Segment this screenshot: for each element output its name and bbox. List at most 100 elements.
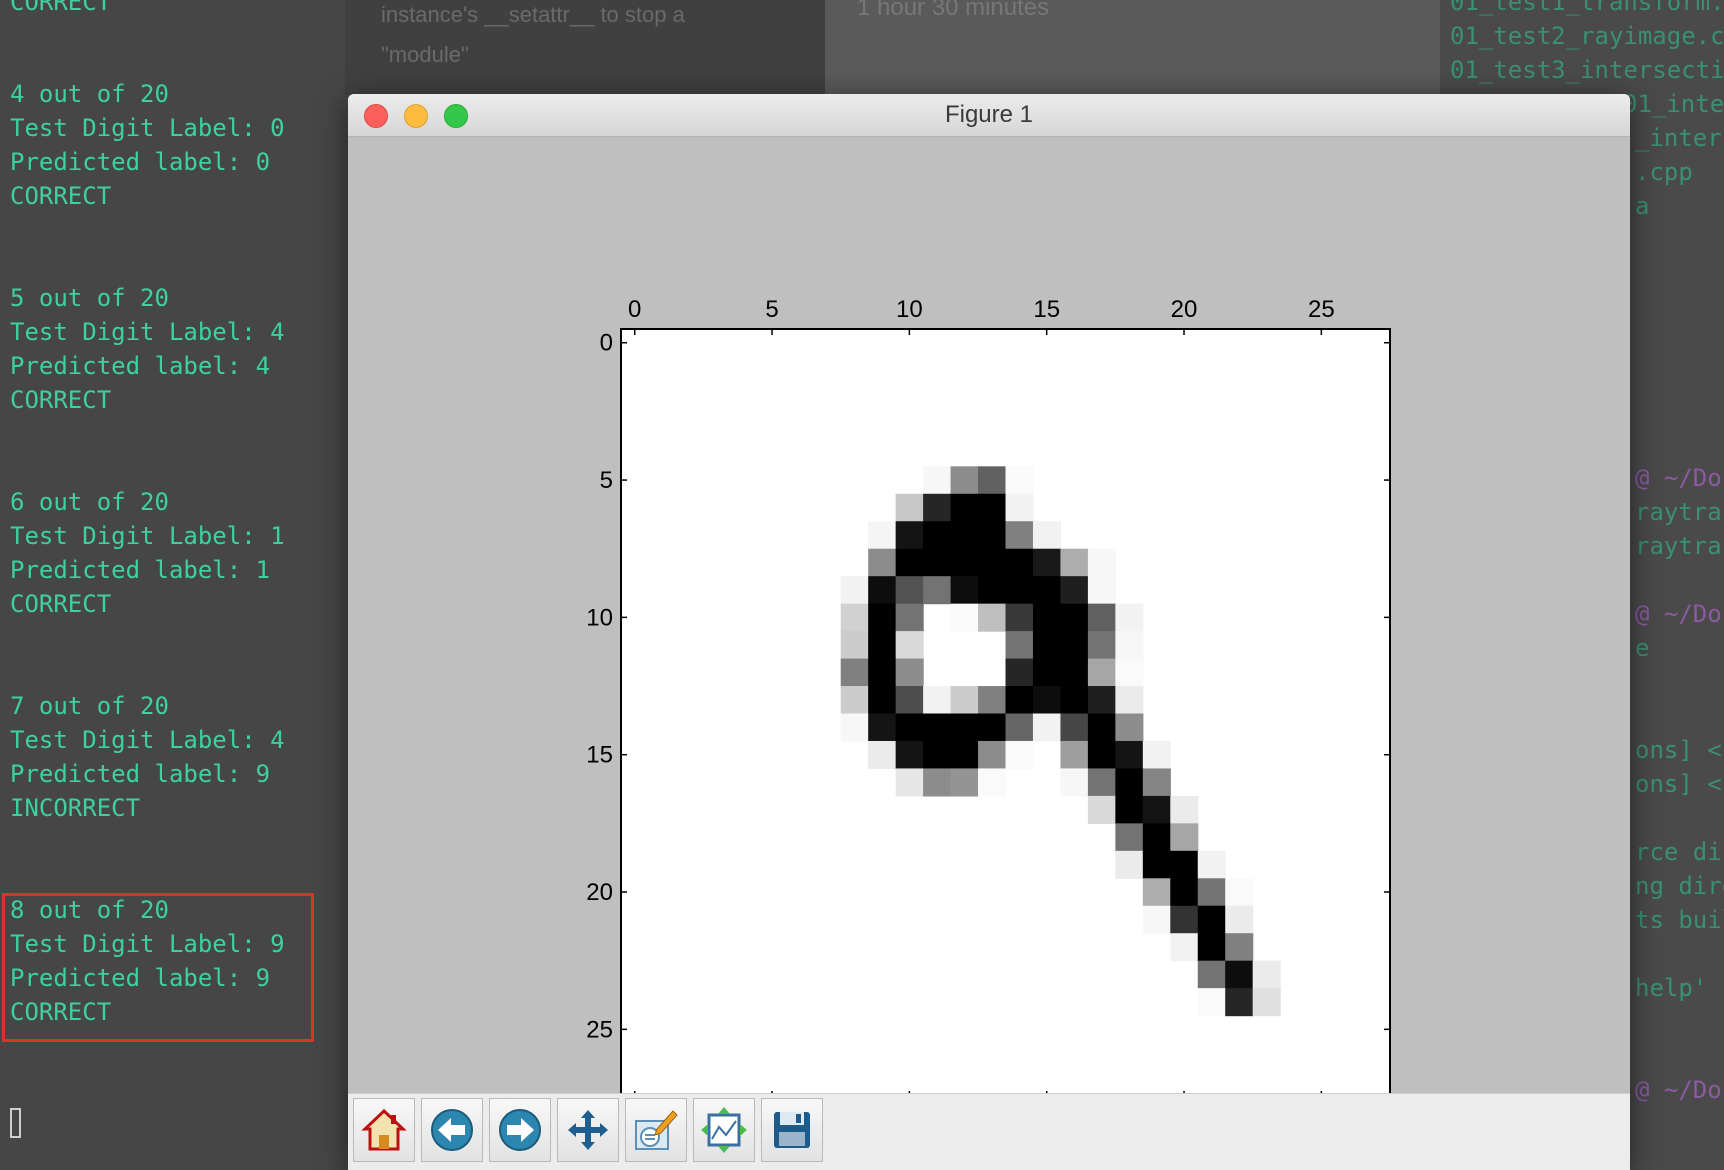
image-pixel [1060, 768, 1089, 797]
image-pixel [978, 740, 1007, 770]
edit-axis-button[interactable] [625, 1098, 687, 1162]
image-pixel [1115, 658, 1144, 687]
image-pixel [923, 740, 952, 770]
image-pixel [868, 740, 897, 770]
image-pixel [840, 713, 869, 742]
image-pixel [1032, 658, 1062, 687]
image-pixel [868, 713, 897, 742]
image-pixel [923, 713, 952, 742]
image-pixel [895, 576, 924, 605]
image-pixel [1170, 878, 1199, 907]
terminal-line: @ ~/Doc [1635, 600, 1724, 628]
image-pixel [1115, 823, 1144, 852]
pan-button[interactable] [557, 1098, 619, 1162]
image-pixel [950, 686, 979, 715]
image-pixel [923, 521, 952, 550]
image-pixel [950, 521, 979, 550]
image-pixel [1087, 548, 1116, 577]
terminal-line: CORRECT [10, 386, 112, 414]
figure-window[interactable]: Figure 1 0 5 10 15 20 25 0 5 10 15 20 25 [348, 94, 1630, 1170]
image-pixel [840, 631, 869, 660]
image-pixel [1115, 713, 1144, 742]
image-pixel [978, 713, 1007, 742]
edit-axis-icon [635, 1110, 678, 1150]
image-pixel [1142, 795, 1171, 824]
image-pixel [1032, 603, 1062, 632]
save-button[interactable] [761, 1098, 823, 1162]
y-tick-label: 20 [586, 879, 613, 906]
image-pixel [1170, 795, 1199, 824]
image-pixel [923, 686, 952, 715]
image-pixel [950, 740, 979, 770]
image-pixel [950, 713, 979, 742]
x-tick-label: 5 [765, 296, 778, 323]
image-pixel [1197, 878, 1226, 907]
image-pixel [1032, 713, 1062, 742]
image-pixel [923, 548, 952, 577]
background-dialog[interactable]: 1 hour 30 minutes [825, 0, 1440, 95]
x-tick-label: 15 [1033, 296, 1060, 323]
terminal-line: CORRECT [10, 590, 112, 618]
image-pixel [1060, 686, 1089, 715]
image-pixel [1005, 521, 1034, 550]
subplots-configure-button[interactable] [693, 1098, 755, 1162]
image-pixel [895, 493, 924, 522]
image-pixel [1087, 631, 1116, 660]
figure-toolbar [348, 1093, 1630, 1170]
image-pixel [1005, 686, 1034, 715]
image-pixel [895, 658, 924, 687]
image-pixel [923, 466, 952, 495]
image-pixel [978, 548, 1007, 577]
image-pixel [1197, 960, 1226, 989]
image-pixel [1060, 548, 1089, 577]
x-tick-label: 10 [896, 296, 923, 323]
image-pixel [1142, 878, 1171, 907]
image-pixel [1115, 603, 1144, 632]
back-button[interactable] [421, 1098, 483, 1162]
image-pixel [895, 521, 924, 550]
image-pixel [1005, 631, 1034, 660]
image-pixel [1060, 631, 1089, 660]
figure-canvas[interactable]: 0 5 10 15 20 25 0 5 10 15 20 25 [348, 137, 1630, 1093]
home-icon [361, 1108, 407, 1151]
terminal-line: Test Digit Label: 1 [10, 522, 285, 550]
image-pixel [950, 466, 979, 495]
terminal-line: Test Digit Label: 4 [10, 726, 285, 754]
image-pixel [950, 548, 979, 577]
image-pixel [978, 576, 1007, 605]
image-pixel [895, 768, 924, 797]
image-pixel [1197, 905, 1226, 934]
image-pixel [1225, 933, 1254, 962]
image-pixel [840, 576, 869, 605]
image-pixel [1170, 823, 1199, 852]
terminal-line: rce dir [1635, 838, 1724, 866]
image-pixel [868, 603, 897, 632]
image-pixel [1005, 548, 1034, 577]
terminal-line: @ ~/Doc [1635, 464, 1724, 492]
image-pixel [1115, 740, 1144, 770]
image-pixel [868, 521, 897, 550]
image-pixel [978, 521, 1007, 550]
image-pixel [1142, 850, 1171, 879]
image-pixel [895, 548, 924, 577]
image-pixel [1005, 713, 1034, 742]
home-button[interactable] [353, 1098, 415, 1162]
forward-button[interactable] [489, 1098, 551, 1162]
window-title: Figure 1 [944, 101, 1034, 128]
image-pixel [1005, 493, 1034, 522]
image-pixel [1032, 521, 1062, 550]
image-pixel [1060, 576, 1089, 605]
image-pixel [868, 686, 897, 715]
image-pixel [1115, 795, 1144, 824]
window-titlebar[interactable]: Figure 1 [348, 94, 1630, 137]
image-pixel [1225, 988, 1254, 1017]
image-pixel [895, 686, 924, 715]
x-tick-label: 25 [1308, 296, 1335, 323]
image-pixel [840, 686, 869, 715]
image-pixel [1087, 603, 1116, 632]
y-tick-label: 5 [600, 467, 613, 494]
image-pixel [1115, 768, 1144, 797]
background-document[interactable]: instance's __setattr__ to stop a "module… [345, 0, 825, 95]
image-pixel [1087, 713, 1116, 742]
terminal-line: _interse [1635, 124, 1724, 152]
